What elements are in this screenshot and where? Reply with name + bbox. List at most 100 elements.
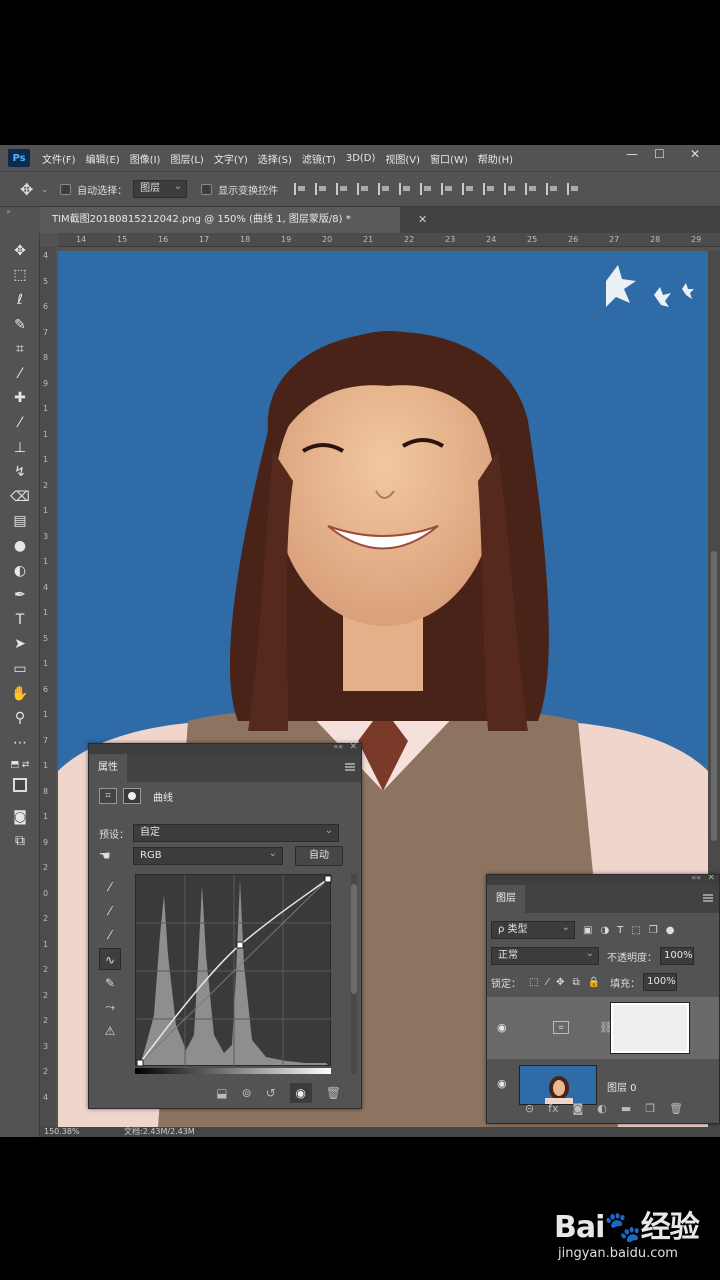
- menu-image[interactable]: 图像(I): [130, 151, 161, 166]
- layer-filter-dropdown[interactable]: ρ 类型: [491, 920, 575, 939]
- curves-graph[interactable]: [135, 874, 332, 1067]
- document-tab[interactable]: TIM截图20180815212042.png @ 150% (曲线 1, 图层…: [40, 207, 400, 233]
- new-group-icon[interactable]: ▬: [621, 1102, 631, 1115]
- rectangle-tool-icon[interactable]: ▭: [8, 659, 32, 679]
- align-hcenter-icon[interactable]: [378, 183, 390, 195]
- foreground-background-color-icon[interactable]: [8, 775, 32, 795]
- stamp-tool-icon[interactable]: ⊥: [8, 438, 32, 458]
- menu-type[interactable]: 文字(Y): [214, 151, 248, 166]
- collapse-layers-icon[interactable]: ««: [691, 875, 701, 882]
- align-vcenter-icon[interactable]: [315, 183, 327, 195]
- lock-all-icon[interactable]: 🔒: [588, 977, 600, 988]
- eraser-tool-icon[interactable]: ⌫: [8, 487, 32, 507]
- curves-adjustment-icon[interactable]: ⌗: [99, 788, 117, 804]
- menu-select[interactable]: 选择(S): [258, 151, 292, 166]
- move-tool-icon[interactable]: ✥: [8, 241, 32, 261]
- marquee-tool-icon[interactable]: ⬚: [8, 265, 32, 285]
- history-brush-tool-icon[interactable]: ↯: [8, 462, 32, 482]
- smooth-curve-icon[interactable]: ⤳: [99, 996, 121, 1018]
- auto-select-checkbox[interactable]: [60, 183, 72, 195]
- draw-curve-pencil-icon[interactable]: ✎: [99, 972, 121, 994]
- channel-dropdown[interactable]: RGB: [133, 846, 283, 865]
- tool-preset-chevron-icon[interactable]: ⌄: [41, 185, 48, 194]
- align-right-icon[interactable]: [399, 183, 411, 195]
- hand-tool-icon[interactable]: ✋: [8, 684, 32, 704]
- type-tool-icon[interactable]: T: [8, 610, 32, 630]
- lasso-tool-icon[interactable]: ℓ: [8, 290, 32, 310]
- layer-mask-thumbnail[interactable]: [611, 1003, 689, 1053]
- align-top-icon[interactable]: [294, 183, 306, 195]
- add-mask-icon[interactable]: ◙: [573, 1102, 584, 1115]
- tab-properties[interactable]: 属性: [89, 754, 127, 782]
- distribute-bottom-icon[interactable]: [462, 183, 474, 195]
- auto-select-dropdown[interactable]: 图层: [133, 179, 188, 198]
- fill-input[interactable]: 100%: [643, 973, 678, 991]
- delete-layer-icon[interactable]: 🗑: [669, 1102, 683, 1115]
- move-tool-icon[interactable]: ✥: [20, 180, 33, 199]
- layer-style-fx-icon[interactable]: fx: [548, 1102, 558, 1115]
- align-left-icon[interactable]: [357, 183, 369, 195]
- show-transform-checkbox[interactable]: [201, 183, 213, 195]
- 3d-orbit-icon[interactable]: [567, 183, 579, 195]
- crop-tool-icon[interactable]: ⌗: [8, 339, 32, 359]
- blur-tool-icon[interactable]: ●: [8, 536, 32, 556]
- visibility-eye-icon[interactable]: ◉: [289, 1083, 312, 1103]
- clipping-warning-icon[interactable]: ⚠: [99, 1020, 121, 1042]
- view-previous-state-icon[interactable]: ⊚: [242, 1086, 252, 1100]
- distribute-top-icon[interactable]: [420, 183, 432, 195]
- edit-points-curve-icon[interactable]: ∿: [99, 948, 121, 970]
- filter-toggle-icon[interactable]: ●: [666, 925, 675, 936]
- preset-dropdown[interactable]: 自定: [133, 823, 339, 842]
- gray-point-eyedropper-icon[interactable]: ⁄: [99, 900, 121, 922]
- zoom-tool-icon[interactable]: ⚲: [8, 708, 32, 728]
- quick-select-tool-icon[interactable]: ✎: [8, 315, 32, 335]
- distribute-hcenter-icon[interactable]: [504, 183, 516, 195]
- zoom-level[interactable]: 150.38%: [44, 1127, 80, 1137]
- filter-type-icon[interactable]: T: [617, 925, 623, 936]
- layer-visibility-eye-icon[interactable]: ◉: [497, 1077, 507, 1090]
- align-bottom-icon[interactable]: [336, 183, 348, 195]
- lock-transparent-icon[interactable]: ⬚: [529, 977, 538, 988]
- quick-mask-icon[interactable]: ◙: [8, 807, 32, 827]
- lock-position-icon[interactable]: ✥: [556, 977, 564, 988]
- eyedropper-tool-icon[interactable]: ⁄: [8, 364, 32, 384]
- filter-pixel-icon[interactable]: ▣: [583, 925, 592, 936]
- menu-3d[interactable]: 3D(D): [346, 153, 376, 164]
- menu-filter[interactable]: 滤镜(T): [302, 151, 336, 166]
- auto-button[interactable]: 自动: [295, 846, 343, 866]
- lock-pixels-icon[interactable]: ⁄: [546, 977, 548, 988]
- dodge-tool-icon[interactable]: ◐: [8, 561, 32, 581]
- new-adjustment-icon[interactable]: ◐: [597, 1102, 607, 1115]
- tab-close-icon[interactable]: ✕: [418, 213, 427, 226]
- menu-file[interactable]: 文件(F): [42, 151, 76, 166]
- layer-mask-icon[interactable]: [123, 788, 141, 804]
- link-layers-icon[interactable]: ⊝: [525, 1102, 534, 1115]
- panel-close-icon[interactable]: ✕: [349, 742, 357, 752]
- layer-visibility-eye-icon[interactable]: ◉: [497, 1021, 507, 1034]
- minimize-icon[interactable]: —: [626, 147, 638, 161]
- filter-shape-icon[interactable]: ⬚: [631, 925, 640, 936]
- more-tools-icon[interactable]: ⋯: [8, 733, 32, 753]
- distribute-vcenter-icon[interactable]: [441, 183, 453, 195]
- path-select-tool-icon[interactable]: ➤: [8, 634, 32, 654]
- gradient-tool-icon[interactable]: ▤: [8, 511, 32, 531]
- collapse-toolbar-icon[interactable]: »: [6, 207, 11, 216]
- panel-menu-icon[interactable]: [345, 763, 355, 771]
- 3d-mode-icon[interactable]: [546, 183, 558, 195]
- black-point-eyedropper-icon[interactable]: ⁄: [99, 876, 121, 898]
- target-adjust-hand-icon[interactable]: ☚: [99, 849, 133, 864]
- white-point-eyedropper-icon[interactable]: ⁄: [99, 924, 121, 946]
- maximize-icon[interactable]: ☐: [654, 147, 665, 161]
- layers-menu-icon[interactable]: [703, 894, 713, 902]
- lock-artboard-icon[interactable]: ⧉: [573, 977, 580, 988]
- close-icon[interactable]: ✕: [690, 147, 700, 161]
- filter-adjustment-icon[interactable]: ◑: [600, 925, 609, 936]
- menu-help[interactable]: 帮助(H): [478, 151, 513, 166]
- menu-view[interactable]: 视图(V): [385, 151, 420, 166]
- distribute-left-icon[interactable]: [483, 183, 495, 195]
- screen-mode-icon[interactable]: ⧉: [8, 831, 32, 851]
- filter-smart-object-icon[interactable]: ❐: [649, 925, 658, 936]
- blend-mode-dropdown[interactable]: 正常: [491, 946, 599, 965]
- layer-curves-1[interactable]: ◉ ⌗ ⛓: [487, 997, 719, 1059]
- menu-edit[interactable]: 编辑(E): [86, 151, 120, 166]
